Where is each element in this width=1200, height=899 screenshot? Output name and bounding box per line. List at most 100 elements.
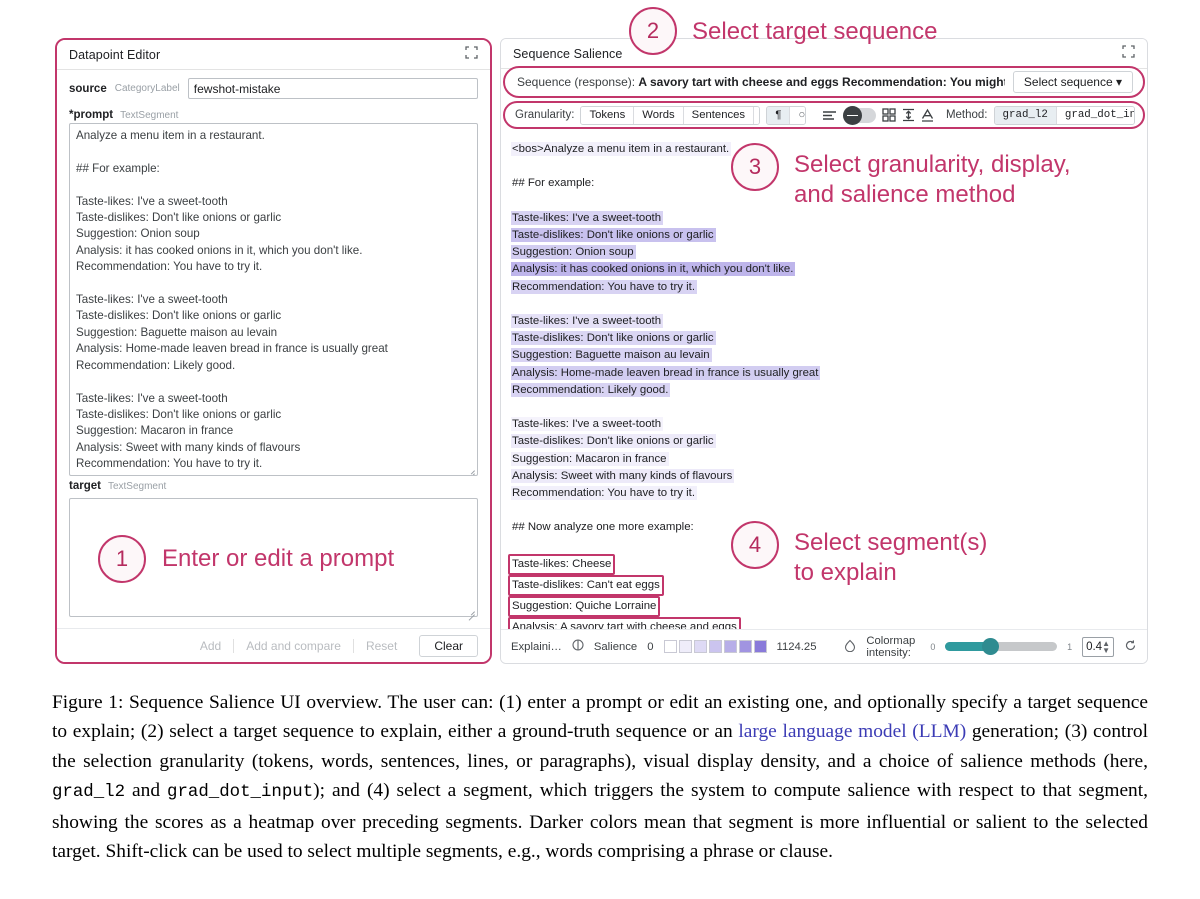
expand-icon[interactable]: [465, 45, 478, 64]
salience-line[interactable]: Taste-dislikes: Don't like onions or gar…: [511, 330, 1137, 347]
sequence-value: A savory tart with cheese and eggs Recom…: [638, 75, 1005, 89]
pilcrow-icon[interactable]: ¶: [767, 106, 791, 124]
prompt-line: Analysis: Home-made leaven bread in fran…: [76, 342, 388, 356]
caption-method-1: grad_l2: [52, 783, 126, 803]
source-field-type: CategoryLabel: [114, 83, 180, 94]
reset-icon[interactable]: [1124, 639, 1137, 655]
lines-density-icon[interactable]: [822, 107, 837, 123]
salience-segment[interactable]: Analysis: it has cooked onions in it, wh…: [511, 262, 796, 277]
salience-segment[interactable]: <bos>Analyze a menu item in a restaurant…: [511, 142, 732, 156]
salience-segment[interactable]: Taste-dislikes: Don't like onions or gar…: [511, 227, 716, 242]
colormap-intensity-input[interactable]: 0.4 ▲ ▼: [1082, 636, 1114, 657]
salience-line[interactable]: Recommendation: You have to try it.: [511, 279, 1137, 296]
salience-line[interactable]: Recommendation: You have to try it.: [511, 485, 1137, 502]
resize-grip-icon[interactable]: [467, 466, 475, 474]
salience-segment[interactable]: Recommendation: You have to try it.: [511, 486, 697, 500]
display-density-toggle[interactable]: [842, 105, 876, 125]
salience-segment[interactable]: Taste-dislikes: Don't like onions or gar…: [511, 331, 716, 346]
annotation-number-4: 4: [748, 532, 762, 557]
salience-segment[interactable]: Taste-dislikes: Don't like onions or gar…: [511, 434, 716, 449]
prompt-line: [76, 177, 471, 193]
salience-line[interactable]: Analysis: it has cooked onions in it, wh…: [511, 261, 1137, 278]
slider-knob[interactable]: [982, 638, 1000, 655]
prompt-textarea[interactable]: Analyze a menu item in a restaurant. ## …: [69, 123, 478, 476]
salience-line[interactable]: Suggestion: Quiche Lorraine: [508, 596, 1137, 618]
colormap-intensity-slider[interactable]: [945, 638, 1058, 655]
salience-segment[interactable]: Recommendation: Likely good.: [511, 382, 671, 397]
selected-segment[interactable]: Suggestion: Quiche Lorraine: [508, 596, 661, 618]
salience-line[interactable]: Suggestion: Macaron in france: [511, 451, 1137, 468]
granularity-option-tokens[interactable]: Tokens: [581, 106, 635, 124]
salience-segment[interactable]: ## For example:: [511, 176, 596, 190]
add-and-compare-button[interactable]: Add and compare: [234, 635, 353, 657]
reset-button[interactable]: Reset: [354, 635, 409, 657]
annotation-circle-3: 3: [731, 143, 779, 191]
salience-footer: Explaini… Salience 0 1124.25 Colormap in…: [501, 629, 1147, 663]
scale-max: 1124.25: [776, 640, 817, 653]
target-field-type: TextSegment: [107, 481, 167, 492]
salience-segment[interactable]: Suggestion: Macaron in france: [511, 451, 669, 466]
salience-icon: [572, 639, 584, 654]
spinner-down-icon[interactable]: ▼: [1102, 646, 1110, 654]
clear-button[interactable]: Clear: [419, 634, 478, 657]
source-input[interactable]: [187, 78, 478, 99]
prompt-line: [76, 374, 471, 390]
grid-density-icon[interactable]: [881, 107, 896, 123]
circle-small-icon[interactable]: ○: [790, 106, 806, 124]
panel-title: Sequence Salience: [513, 46, 623, 61]
select-sequence-button[interactable]: Select sequence ▾: [1012, 71, 1133, 93]
salience-segment[interactable]: Taste-likes: I've a sweet-tooth: [511, 210, 664, 225]
scale-min: 0: [647, 640, 654, 653]
caption-link[interactable]: large language model (LLM): [738, 721, 966, 742]
prompt-line: Suggestion: Onion soup: [76, 227, 200, 241]
salience-line[interactable]: Suggestion: Baguette maison au levain: [511, 347, 1137, 364]
target-field-label: target TextSegment: [57, 476, 490, 494]
salience-line[interactable]: Taste-likes: I've a sweet-tooth: [511, 210, 1137, 227]
salience-line[interactable]: Taste-likes: I've a sweet-tooth: [511, 313, 1137, 330]
salience-line[interactable]: Taste-likes: I've a sweet-tooth: [511, 416, 1137, 433]
colormap-intensity-value: 0.4: [1086, 640, 1103, 653]
slider-max-label: 1: [1067, 641, 1073, 652]
salience-segment[interactable]: Suggestion: Baguette maison au levain: [511, 348, 712, 363]
font-size-icon[interactable]: [921, 107, 934, 123]
resize-grip-icon[interactable]: [467, 607, 475, 615]
salience-line[interactable]: Taste-dislikes: Don't like onions or gar…: [511, 227, 1137, 244]
salience-line[interactable]: Analysis: Sweet with many kinds of flavo…: [511, 468, 1137, 485]
selected-segment[interactable]: Taste-dislikes: Can't eat eggs: [508, 574, 664, 597]
salience-segment[interactable]: ## Now analyze one more example:: [511, 520, 696, 534]
granularity-option-lines[interactable]: Lines: [754, 106, 760, 124]
prompt-field-label: *prompt TextSegment: [57, 105, 490, 123]
salience-blank-line: [511, 399, 1137, 416]
method-option-grad_dot_input[interactable]: grad_dot_input: [1056, 106, 1135, 124]
selected-segment[interactable]: Analysis: A savory tart with cheese and …: [508, 617, 741, 629]
target-field-name: target: [69, 480, 101, 492]
salience-line[interactable]: Suggestion: Onion soup: [511, 244, 1137, 261]
salience-segment[interactable]: Taste-likes: I've a sweet-tooth: [511, 313, 664, 328]
prompt-line: [76, 473, 471, 475]
line-height-icon[interactable]: [902, 107, 915, 123]
prompt-line: Analyze a menu item in a restaurant.: [76, 129, 265, 142]
salience-segment[interactable]: Suggestion: Onion soup: [511, 245, 636, 260]
sequence-selector-bar: Sequence (response): A savory tart with …: [503, 66, 1145, 98]
colormap-swatch: [693, 640, 707, 653]
salience-line[interactable]: Analysis: Home-made leaven bread in fran…: [511, 365, 1137, 382]
expand-icon[interactable]: [1122, 44, 1135, 63]
add-button[interactable]: Add: [188, 635, 233, 657]
salience-segment[interactable]: Analysis: Sweet with many kinds of flavo…: [511, 468, 735, 483]
annotation-number-1: 1: [115, 546, 129, 571]
salience-line[interactable]: Analysis: A savory tart with cheese and …: [508, 617, 1137, 629]
prompt-field-name: *prompt: [69, 109, 114, 121]
prompt-line: Taste-dislikes: Don't like onions or gar…: [76, 407, 282, 421]
salience-segment[interactable]: Taste-likes: I've a sweet-tooth: [511, 417, 664, 432]
salience-line[interactable]: Recommendation: Likely good.: [511, 382, 1137, 399]
salience-segment[interactable]: Analysis: Home-made leaven bread in fran…: [511, 365, 821, 380]
annotation-text-3: Select granularity, display, and salienc…: [794, 151, 1071, 208]
editor-button-row: Add Add and compare Reset Clear: [57, 628, 490, 662]
granularity-option-sentences[interactable]: Sentences: [683, 106, 755, 124]
salience-line[interactable]: Taste-dislikes: Don't like onions or gar…: [511, 433, 1137, 450]
salience-segment[interactable]: Recommendation: You have to try it.: [511, 279, 697, 294]
selected-segment[interactable]: Taste-likes: Cheese: [508, 553, 616, 575]
annotation-circle-1: 1: [98, 535, 146, 583]
granularity-option-words[interactable]: Words: [634, 106, 684, 124]
method-option-grad_l2[interactable]: grad_l2: [994, 106, 1057, 124]
